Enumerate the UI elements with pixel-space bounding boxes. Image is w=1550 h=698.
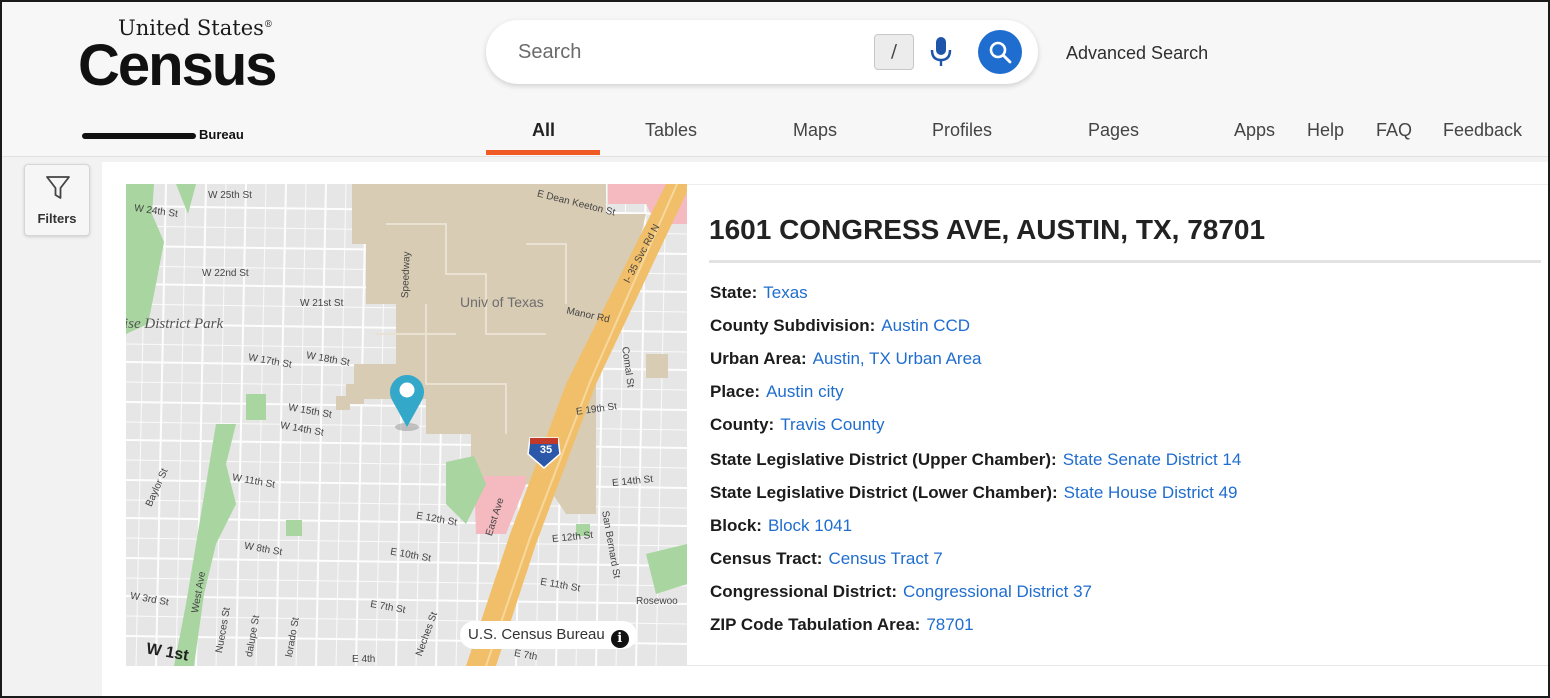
advanced-search-link[interactable]: Advanced Search [1066,43,1208,64]
location-map[interactable]: W 25th St W 24th St W 22nd St W 21st St … [126,184,687,666]
info-row-congressional-district: Congressional District: Congressional Dis… [710,582,1092,602]
map-label-park: ise District Park [126,316,224,332]
search-bar: / [486,20,1038,84]
search-input[interactable] [518,36,848,68]
info-link-zcta[interactable]: 78701 [926,615,973,634]
map-attribution: U.S. Census Bureau i [460,621,637,649]
info-label: Census Tract: [710,549,823,568]
info-icon[interactable]: i [610,630,629,648]
tab-help[interactable]: Help [1307,120,1344,141]
browser-viewport: United States® Census Bureau / Advanced … [0,0,1550,698]
info-label: State Legislative District (Lower Chambe… [710,483,1058,502]
census-logo[interactable]: United States® Census Bureau [78,12,278,147]
filters-button[interactable]: Filters [24,164,90,236]
address-title: 1601 CONGRESS AVE, AUSTIN, TX, 78701 [709,214,1266,245]
tab-apps[interactable]: Apps [1234,120,1275,141]
info-row-place: Place: Austin city [710,382,844,402]
logo-main-text: Census [78,33,278,98]
microphone-icon[interactable] [930,36,952,68]
search-icon [989,41,1012,64]
site-header: United States® Census Bureau / Advanced … [2,2,1548,157]
tab-faq[interactable]: FAQ [1376,120,1412,141]
info-link-congressional-district[interactable]: Congressional District 37 [903,582,1092,601]
info-row-county: County: Travis County [710,415,884,435]
info-label: Congressional District: [710,582,898,601]
tab-profiles[interactable]: Profiles [932,120,992,141]
logo-registered-mark: ® [263,20,273,30]
tab-all[interactable]: All [532,120,555,141]
info-label: Urban Area: [710,349,807,368]
map-label-univ: Univ of Texas [460,294,544,310]
map-label-w25: W 25th St [208,190,252,201]
info-row-zcta: ZIP Code Tabulation Area: 78701 [710,615,974,635]
info-row-upper-chamber: State Legislative District (Upper Chambe… [710,450,1241,470]
map-label-w22: W 22nd St [202,268,249,279]
attribution-text: U.S. Census Bureau [468,626,605,643]
info-row-block: Block: Block 1041 [710,516,852,536]
info-row-lower-chamber: State Legislative District (Lower Chambe… [710,483,1238,503]
info-link-upper-chamber[interactable]: State Senate District 14 [1063,450,1242,469]
title-divider [709,260,1541,263]
map-label-e4: E 4th [352,654,376,665]
search-button[interactable] [978,30,1022,74]
info-link-lower-chamber[interactable]: State House District 49 [1064,483,1238,502]
info-link-urban-area[interactable]: Austin, TX Urban Area [813,349,982,368]
info-link-census-tract[interactable]: Census Tract 7 [828,549,942,568]
tab-pages[interactable]: Pages [1088,120,1139,141]
info-row-urban-area: Urban Area: Austin, TX Urban Area [710,349,982,369]
info-label: ZIP Code Tabulation Area: [710,615,921,634]
info-link-block[interactable]: Block 1041 [768,516,852,535]
logo-bureau-text: Bureau [199,127,244,142]
map-label-w21: W 21st St [300,298,344,309]
info-label: Block: [710,516,762,535]
info-row-census-tract: Census Tract: Census Tract 7 [710,549,943,569]
tab-tables[interactable]: Tables [645,120,697,141]
filters-label: Filters [37,211,77,226]
map-label-rosewood: Rosewoo [636,596,678,607]
slash-shortcut-key: / [874,34,914,70]
active-tab-indicator [486,150,600,155]
tab-maps[interactable]: Maps [793,120,837,141]
info-row-county-subdivision: County Subdivision: Austin CCD [710,316,970,336]
info-label: State: [710,283,758,302]
info-link-state[interactable]: Texas [763,283,807,302]
filter-funnel-icon [46,176,70,199]
info-label: State Legislative District (Upper Chambe… [710,450,1057,469]
info-link-county-subdivision[interactable]: Austin CCD [881,316,970,335]
info-label: County: [710,415,775,434]
interstate-shield-label: 35 [539,444,553,456]
info-row-state: State: Texas [710,283,808,303]
info-label: County Subdivision: [710,316,876,335]
map-label-speedway: Speedway [400,251,413,299]
info-link-place[interactable]: Austin city [766,382,843,401]
tab-feedback[interactable]: Feedback [1443,120,1522,141]
info-link-county[interactable]: Travis County [780,415,884,434]
info-label: Place: [710,382,761,401]
logo-bar [82,133,196,139]
